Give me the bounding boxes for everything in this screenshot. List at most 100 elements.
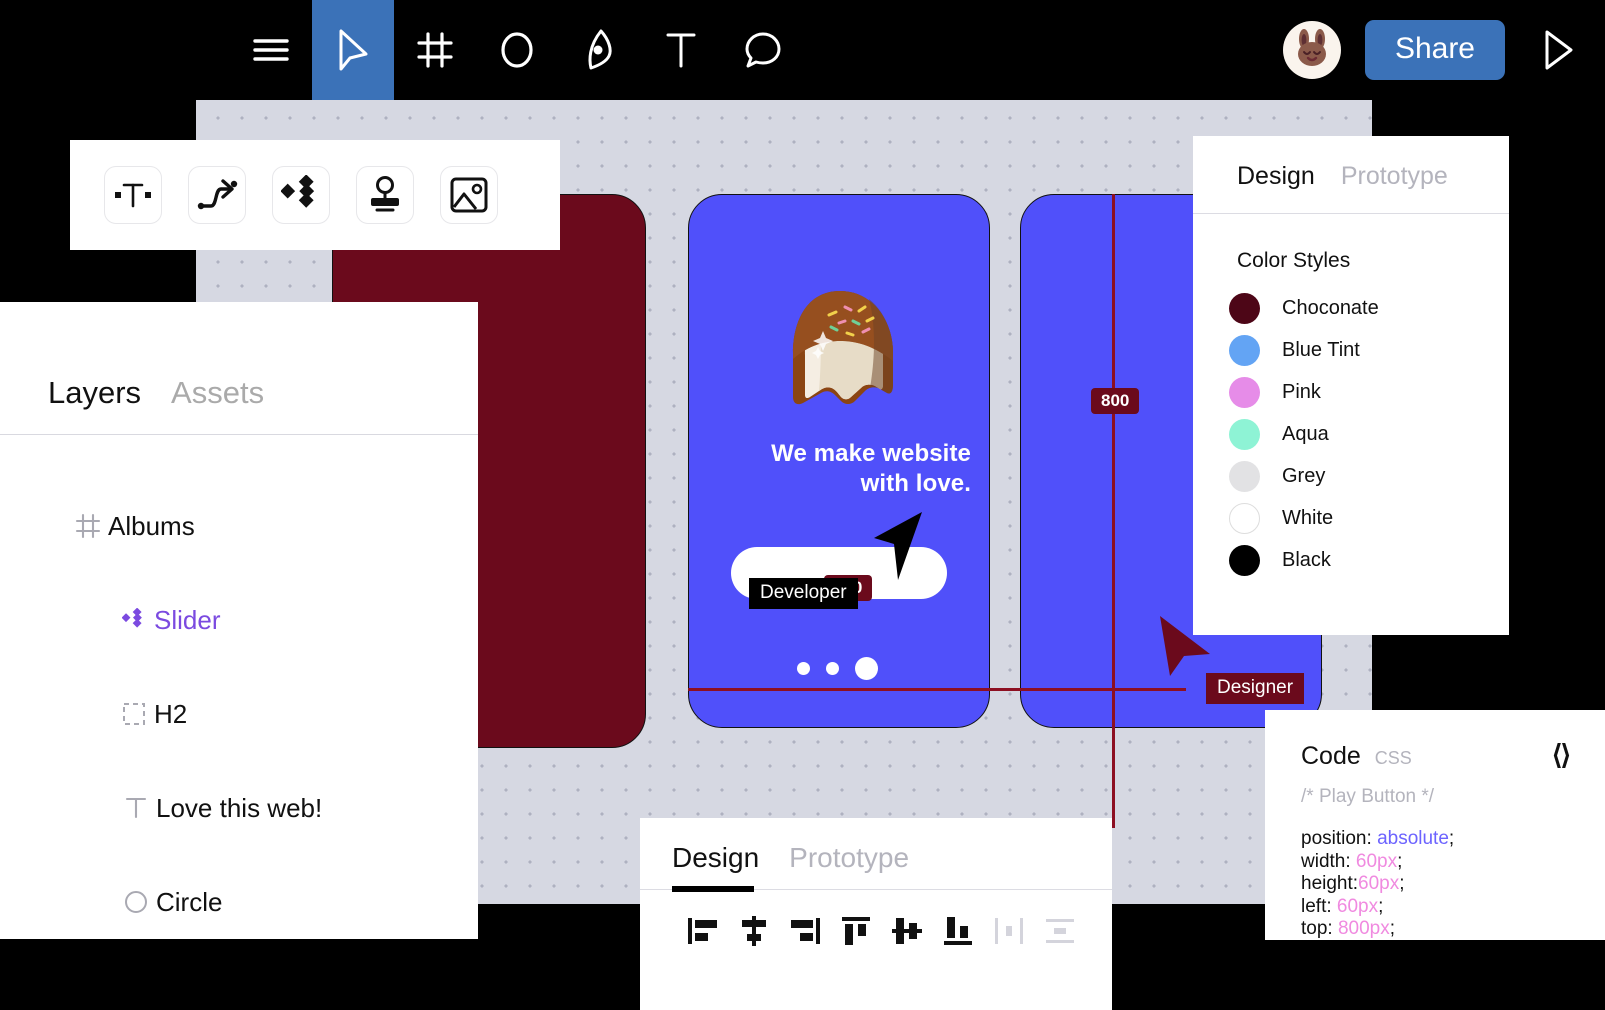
tab-assets[interactable]: Assets — [171, 377, 264, 434]
code-declarations[interactable]: position: absolute; width: 60px; height:… — [1301, 828, 1569, 941]
layer-row-slider[interactable]: Slider — [0, 573, 478, 667]
align-vertical-center-icon[interactable] — [890, 915, 924, 952]
align-right-icon[interactable] — [788, 915, 822, 952]
code-value: 800px — [1337, 918, 1390, 939]
color-style-row[interactable]: Blue Tint — [1229, 329, 1509, 371]
cursor-icon[interactable] — [312, 0, 394, 100]
layer-label: Circle — [156, 886, 223, 917]
tab-prototype[interactable]: Prototype — [789, 844, 909, 889]
color-swatch — [1229, 460, 1260, 492]
layers-panel-tabs: Layers Assets — [0, 302, 478, 435]
layer-label: Slider — [154, 604, 221, 635]
color-style-row[interactable]: Choconate — [1229, 287, 1509, 329]
code-property: position: — [1301, 828, 1372, 849]
carousel-dot[interactable] — [797, 662, 810, 675]
image-icon[interactable] — [440, 166, 498, 224]
connector-icon[interactable] — [188, 166, 246, 224]
align-bottom-icon[interactable] — [941, 915, 975, 952]
active-tab-underline — [672, 886, 754, 892]
group-icon — [114, 702, 154, 726]
layer-row-h2[interactable]: H2 — [0, 667, 478, 761]
code-comment: /* Play Button */ — [1301, 786, 1435, 807]
bunny-avatar[interactable] — [1282, 21, 1341, 79]
color-style-row[interactable]: Grey — [1229, 455, 1509, 497]
share-button[interactable]: Share — [1364, 20, 1505, 80]
code-line: left: 60px; — [1301, 896, 1569, 919]
code-value: 60px — [1336, 895, 1379, 917]
bottom-panel-tabs: Design Prototype — [640, 818, 1112, 892]
tab-layers[interactable]: Layers — [48, 377, 141, 434]
color-swatch — [1229, 418, 1260, 450]
hero-line-1: We make website — [771, 440, 971, 467]
text-box-icon[interactable] — [104, 166, 162, 224]
code-property: width: — [1301, 850, 1351, 872]
color-style-row[interactable]: Pink — [1229, 371, 1509, 413]
tab-design[interactable]: Design — [1237, 164, 1315, 213]
layer-row-albums[interactable]: Albums — [0, 479, 478, 573]
code-panel: Code CSS ⟨⟩ /* Play Button */ position: … — [1265, 710, 1605, 940]
color-style-label: Blue Tint — [1282, 338, 1360, 361]
layer-list: Albums Slider H2 Love this web! Circle — [0, 435, 478, 949]
color-style-row[interactable]: Aqua — [1229, 413, 1509, 455]
color-swatch — [1229, 502, 1260, 534]
color-style-label: Aqua — [1282, 422, 1329, 445]
color-style-label: White — [1282, 506, 1334, 529]
menu-icon[interactable] — [230, 0, 312, 100]
measure-badge-800: 800 — [1091, 388, 1140, 414]
frame-icon[interactable] — [394, 0, 476, 100]
text-icon[interactable] — [640, 0, 722, 100]
hero-line-2: with love. — [860, 470, 971, 497]
ellipse-icon[interactable] — [476, 0, 558, 100]
color-style-row[interactable]: White — [1229, 497, 1509, 539]
measure-guide-horizontal — [688, 688, 1186, 691]
comment-icon[interactable] — [722, 0, 804, 100]
code-line: height:60px; — [1301, 873, 1569, 896]
top-toolbar: Share — [0, 0, 1605, 100]
ellipse-icon — [116, 890, 156, 914]
color-style-label: Grey — [1282, 464, 1326, 487]
code-value: 60px — [1358, 873, 1400, 894]
carousel-dots[interactable] — [797, 657, 878, 680]
insert-toolbar — [70, 140, 560, 250]
color-style-label: Black — [1282, 548, 1331, 571]
code-line: top: 800px; — [1301, 918, 1569, 941]
color-swatch — [1229, 544, 1260, 576]
code-value: 60px — [1355, 850, 1398, 872]
tab-design[interactable]: Design — [672, 844, 759, 889]
dessert-illustration — [793, 291, 893, 405]
tab-prototype[interactable]: Prototype — [1341, 164, 1448, 213]
carousel-dot-active[interactable] — [855, 657, 878, 680]
align-left-icon[interactable] — [686, 915, 720, 952]
code-line: position: absolute; — [1301, 828, 1569, 851]
component-icon — [114, 608, 154, 632]
design-panel-tabs: Design Prototype — [1193, 136, 1509, 214]
cursor-developer-icon — [874, 512, 922, 580]
distribute-vertical-icon[interactable] — [1043, 915, 1077, 952]
code-semicolon: ; — [1378, 895, 1384, 917]
pen-icon[interactable] — [558, 0, 640, 100]
code-chevrons-icon[interactable]: ⟨⟩ — [1552, 740, 1571, 771]
align-horizontal-center-icon[interactable] — [737, 915, 771, 952]
align-top-icon[interactable] — [839, 915, 873, 952]
code-semicolon: ; — [1397, 850, 1403, 872]
code-language-label[interactable]: CSS — [1375, 748, 1412, 769]
layer-row-love-this-web[interactable]: Love this web! — [0, 761, 478, 855]
code-property: top: — [1301, 918, 1333, 939]
code-value: absolute — [1377, 828, 1449, 849]
layer-label: Albums — [108, 510, 195, 541]
align-properties-panel: Design Prototype — [640, 818, 1112, 1010]
present-icon[interactable] — [1523, 0, 1593, 100]
app-root: We make website with love. 800 600 Devel… — [0, 0, 1605, 1010]
carousel-dot[interactable] — [826, 662, 839, 675]
color-style-row[interactable]: Black — [1229, 539, 1509, 581]
color-swatch — [1229, 334, 1260, 366]
component-icon[interactable] — [272, 166, 330, 224]
stamp-icon[interactable] — [356, 166, 414, 224]
code-semicolon: ; — [1389, 918, 1396, 939]
color-styles-heading: Color Styles — [1237, 249, 1351, 272]
code-semicolon: ; — [1399, 873, 1405, 894]
frame-slider[interactable]: We make website with love. — [688, 194, 990, 728]
color-style-label: Choconate — [1282, 296, 1379, 319]
distribute-horizontal-icon[interactable] — [992, 915, 1026, 952]
layer-row-circle[interactable]: Circle — [0, 855, 478, 949]
